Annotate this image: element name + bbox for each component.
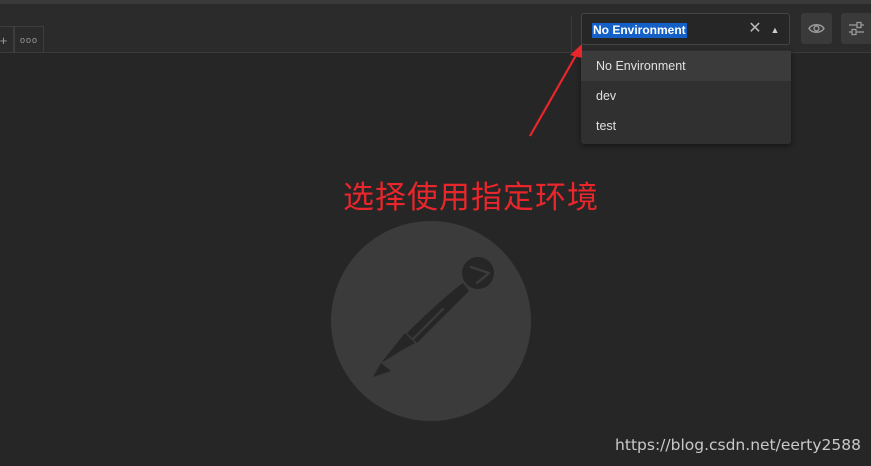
postman-logo [331, 221, 531, 421]
annotation-text: 选择使用指定环境 [343, 180, 599, 216]
watermark: https://blog.csdn.net/eerty2588 [615, 436, 861, 454]
